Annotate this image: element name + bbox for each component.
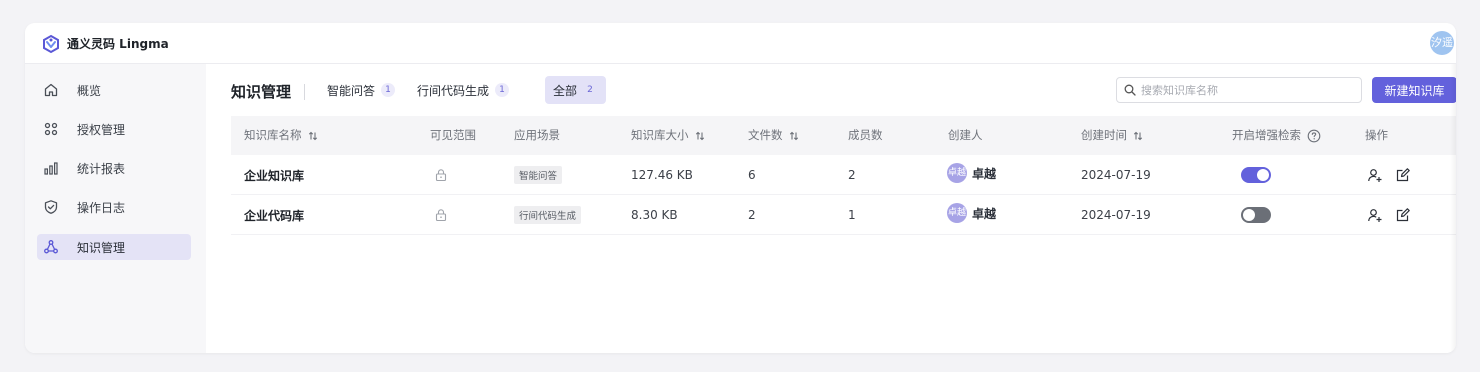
column-header-created[interactable]: 创建时间 — [1081, 116, 1143, 155]
main-content: 知识管理 智能问答 1 行间代码生成 1 全部 2 新建知识库 知识库名称 — [206, 64, 1456, 353]
avatar: 卓越 — [947, 203, 967, 223]
shield-icon — [44, 200, 58, 214]
column-header-size[interactable]: 知识库大小 — [631, 116, 705, 155]
column-header-scene: 应用场景 — [514, 128, 560, 142]
tab-qa[interactable]: 智能问答 1 — [319, 76, 403, 104]
scroll-shadow — [1450, 64, 1456, 353]
sort-icon[interactable] — [308, 131, 318, 141]
kb-name[interactable]: 企业知识库 — [244, 155, 304, 195]
tab-label: 智能问答 — [327, 83, 376, 98]
column-header-visibility: 可见范围 — [430, 128, 476, 142]
lock-icon — [435, 169, 447, 182]
tab-count-badge: 1 — [495, 83, 510, 97]
members-cell: 2 — [848, 168, 856, 182]
sidebar-item-label: 统计报表 — [77, 161, 126, 176]
scene-cell: 智能问答 — [514, 155, 563, 195]
scene-cell: 行间代码生成 — [514, 195, 582, 235]
table-header: 知识库名称 可见范围 应用场景 知识库大小 文件数 成员数 创建人 创建时间 开… — [231, 116, 1456, 155]
search-box[interactable] — [1116, 77, 1362, 103]
enhanced-search-toggle[interactable] — [1241, 207, 1271, 223]
add-member-icon[interactable] — [1367, 207, 1383, 223]
actions-cell — [1367, 195, 1411, 235]
edit-icon[interactable] — [1395, 167, 1411, 183]
add-member-icon[interactable] — [1367, 167, 1383, 183]
created-cell: 2024-07-19 — [1081, 208, 1151, 222]
column-header-members: 成员数 — [848, 128, 883, 142]
sidebar: 概览 授权管理 统计报表 操作日志 知识管理 — [25, 64, 206, 353]
table-row: 企业代码库 行间代码生成 8.30 KB 2 1 卓越 卓越 2024-07-1… — [231, 195, 1456, 235]
sidebar-item-authorization[interactable]: 授权管理 — [37, 116, 191, 142]
lock-icon — [435, 209, 447, 222]
edit-icon[interactable] — [1395, 207, 1411, 223]
scene-tag: 智能问答 — [514, 166, 563, 184]
actions-cell — [1367, 155, 1411, 195]
table-row: 企业知识库 智能问答 127.46 KB 6 2 卓越 卓越 2024-07-1… — [231, 155, 1456, 195]
app-window: 通义灵码 Lingma 汐遥 概览 授权管理 统计报表 操作日志 知识管理 知识… — [25, 23, 1456, 353]
column-header-actions: 操作 — [1365, 128, 1388, 142]
knowledge-table: 知识库名称 可见范围 应用场景 知识库大小 文件数 成员数 创建人 创建时间 开… — [231, 116, 1456, 235]
kb-name[interactable]: 企业代码库 — [244, 195, 304, 235]
title-divider — [304, 84, 305, 100]
visibility-cell — [434, 195, 448, 235]
sidebar-item-statistics[interactable]: 统计报表 — [37, 155, 191, 181]
visibility-cell — [434, 155, 448, 195]
sort-icon[interactable] — [1133, 131, 1143, 141]
created-cell: 2024-07-19 — [1081, 168, 1151, 182]
column-header-files[interactable]: 文件数 — [748, 116, 799, 155]
enhanced-search-cell — [1241, 155, 1271, 195]
network-icon — [44, 240, 58, 254]
creator-cell: 卓越 卓越 — [947, 193, 996, 233]
files-cell: 2 — [748, 208, 756, 222]
enhanced-search-toggle[interactable] — [1241, 167, 1271, 183]
scene-tag: 行间代码生成 — [514, 206, 582, 224]
user-avatar[interactable]: 汐遥 — [1430, 31, 1454, 55]
creator-name: 卓越 — [972, 166, 997, 181]
sidebar-item-label: 知识管理 — [77, 240, 126, 255]
files-cell: 6 — [748, 168, 756, 182]
column-header-name[interactable]: 知识库名称 — [244, 116, 318, 155]
creator-name: 卓越 — [972, 206, 997, 221]
members-cell: 1 — [848, 208, 856, 222]
size-cell: 8.30 KB — [631, 208, 678, 222]
tab-code-generation[interactable]: 行间代码生成 1 — [409, 76, 517, 104]
column-header-enhanced-search: 开启增强检索 — [1232, 116, 1321, 155]
grid-icon — [44, 122, 58, 136]
enhanced-search-cell — [1241, 195, 1271, 235]
search-icon — [1124, 84, 1136, 96]
size-cell: 127.46 KB — [631, 168, 693, 182]
lingma-logo-icon — [43, 34, 59, 54]
sort-icon[interactable] — [789, 131, 799, 141]
tab-all[interactable]: 全部 2 — [545, 76, 606, 104]
sort-icon[interactable] — [695, 131, 705, 141]
bar-chart-icon — [44, 162, 58, 175]
app-title: 通义灵码 Lingma — [67, 37, 169, 51]
sidebar-item-operation-log[interactable]: 操作日志 — [37, 194, 191, 220]
avatar: 卓越 — [947, 163, 967, 183]
creator-cell: 卓越 卓越 — [947, 153, 996, 193]
sidebar-item-knowledge[interactable]: 知识管理 — [37, 234, 191, 260]
sidebar-item-label: 概览 — [77, 83, 102, 98]
top-bar: 通义灵码 Lingma 汐遥 — [25, 23, 1456, 64]
sidebar-item-overview[interactable]: 概览 — [37, 77, 191, 103]
new-knowledge-base-button[interactable]: 新建知识库 — [1372, 77, 1456, 103]
home-icon — [44, 83, 58, 97]
page-title: 知识管理 — [231, 83, 292, 101]
tab-label: 全部 — [553, 83, 578, 98]
tab-count-badge: 1 — [381, 83, 396, 97]
help-icon[interactable] — [1307, 129, 1321, 143]
tab-count-badge: 2 — [587, 85, 593, 95]
search-input[interactable] — [1141, 83, 1341, 97]
sidebar-item-label: 操作日志 — [77, 200, 126, 215]
sidebar-item-label: 授权管理 — [77, 122, 126, 137]
column-header-creator: 创建人 — [948, 128, 983, 142]
tab-label: 行间代码生成 — [417, 83, 490, 98]
